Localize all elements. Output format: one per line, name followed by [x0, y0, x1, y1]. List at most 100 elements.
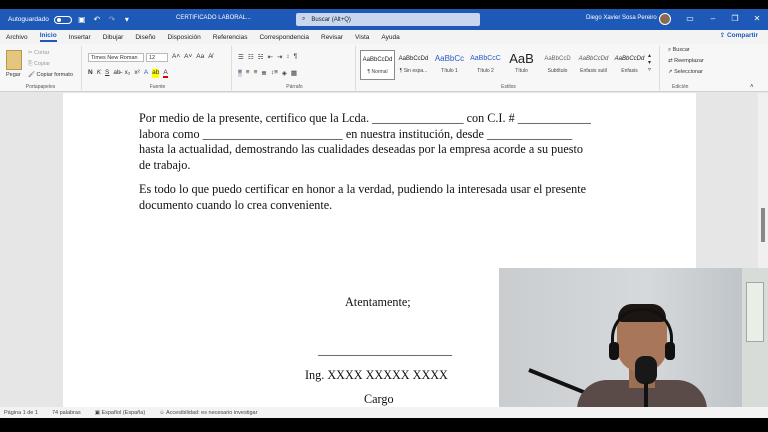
highlight-icon[interactable]: ab [152, 69, 160, 78]
paragraph-line[interactable]: labora como _______________________ en n… [139, 127, 572, 143]
line-spacing-icon[interactable]: ↕≡ [271, 69, 278, 77]
collapse-ribbon-icon[interactable]: ˄ [750, 84, 754, 90]
paragraph-line[interactable]: documento cuando lo crea conveniente. [139, 198, 332, 214]
style-subtle-emphasis[interactable]: AaBbCcDd Énfasis sutil [576, 50, 611, 80]
grow-font-icon[interactable]: A˄ [172, 53, 180, 60]
style-emphasis[interactable]: AaBbCcDd Énfasis [612, 50, 647, 80]
signer-position[interactable]: Cargo [364, 392, 394, 408]
user-name[interactable]: Diego Xavier Sosa Pereiro [586, 15, 657, 21]
sort-icon[interactable]: ↕ [286, 53, 289, 61]
ribbon-display-icon[interactable]: ▭ [683, 14, 697, 23]
scrollbar-thumb[interactable] [761, 208, 765, 242]
minimize-icon[interactable]: – [706, 14, 720, 23]
italic-icon[interactable]: K [97, 69, 101, 78]
decrease-indent-icon[interactable]: ⇤ [267, 53, 272, 61]
align-left-icon[interactable]: ≡ [238, 69, 242, 77]
tab-correspondencia[interactable]: Correspondencia [259, 34, 309, 41]
redo-icon[interactable]: ↷ [107, 15, 117, 24]
close-icon[interactable]: ✕ [750, 14, 764, 23]
underline-icon[interactable]: S [105, 69, 109, 78]
font-label: Fuente [149, 84, 166, 90]
vertical-scrollbar[interactable] [758, 93, 768, 269]
paragraph-line[interactable]: Por medio de la presente, certifico que … [139, 111, 591, 127]
clipboard-label: Portapapeles [25, 84, 56, 90]
font-color-icon[interactable]: A [163, 69, 168, 78]
tab-archivo[interactable]: Archivo [6, 34, 28, 41]
strikethrough-icon[interactable]: ab̶ [113, 69, 120, 78]
find-button[interactable]: ⌕ Buscar [668, 47, 690, 54]
headphones-icon [611, 308, 673, 358]
copy-button[interactable]: ⎘ Copiar [28, 61, 50, 68]
share-icon: ⇪ [719, 32, 727, 39]
tab-disposicion[interactable]: Disposición [168, 34, 201, 41]
customize-qat-icon[interactable]: ▾ [122, 15, 132, 24]
tab-dibujar[interactable]: Dibujar [103, 34, 124, 41]
text-effects-icon[interactable]: A [144, 69, 148, 78]
style-subtitle[interactable]: AaBbCcD Subtítulo [540, 50, 575, 80]
multilevel-icon[interactable]: ☵ [258, 53, 264, 61]
style-title[interactable]: AaB Título [504, 50, 539, 80]
search-box[interactable]: ⌕ Buscar (Alt+Q) [296, 13, 480, 26]
accessibility-icon: ☺ [159, 409, 167, 416]
editing-label: Edición [672, 84, 689, 90]
align-center-icon[interactable]: ≡ [246, 69, 250, 77]
paragraph-line[interactable]: de trabajo. [139, 158, 190, 174]
replace-button[interactable]: ⇄ Reemplazar [668, 58, 704, 64]
undo-icon[interactable]: ↶ [92, 15, 102, 24]
avatar[interactable] [659, 13, 671, 25]
shrink-font-icon[interactable]: A˅ [184, 53, 192, 60]
font-family-select[interactable]: Times New Roman [88, 53, 144, 62]
bold-icon[interactable]: N [88, 69, 93, 78]
webcam-overlay [499, 268, 768, 418]
align-right-icon[interactable]: ≡ [254, 69, 258, 77]
clear-format-icon[interactable]: A̸ [208, 53, 212, 60]
numbering-icon[interactable]: ☷ [248, 53, 254, 61]
page-count[interactable]: Página 1 de 1 [4, 410, 38, 416]
share-button[interactable]: ⇪ Compartir [720, 31, 758, 39]
tab-insertar[interactable]: Insertar [69, 34, 91, 41]
word-count[interactable]: 74 palabras [52, 410, 81, 416]
select-button[interactable]: ➚ Seleccionar [668, 69, 703, 75]
paragraph-label: Párrafo [286, 84, 303, 90]
superscript-icon[interactable]: x² [134, 69, 139, 78]
borders-icon[interactable]: ▦ [291, 69, 297, 77]
tab-diseno[interactable]: Diseño [135, 34, 155, 41]
accessibility-status[interactable]: ☺ Accesibilidad: es necesario investigar [159, 410, 257, 416]
microphone-icon [635, 356, 657, 384]
cut-button[interactable]: ✂ Cortar [28, 50, 49, 56]
autosave-label: Autoguardado [8, 16, 49, 23]
change-case-icon[interactable]: Aa [196, 53, 204, 60]
increase-indent-icon[interactable]: ⇥ [277, 53, 282, 61]
tab-ayuda[interactable]: Ayuda [381, 34, 399, 41]
autosave-toggle[interactable] [53, 15, 72, 24]
tab-referencias[interactable]: Referencias [213, 34, 248, 41]
signer-name[interactable]: Ing. XXXX XXXXX XXXX [305, 368, 448, 384]
justify-icon[interactable]: ≣ [261, 69, 266, 77]
tab-vista[interactable]: Vista [355, 34, 369, 41]
subscript-icon[interactable]: x₂ [125, 69, 131, 78]
tab-inicio[interactable]: Inicio [39, 32, 57, 42]
styles-scroll-icon[interactable]: ▴ ▾ ▿ [648, 52, 651, 73]
paste-icon[interactable] [6, 50, 22, 70]
clipboard-group: Pegar ✂ Cortar ⎘ Copiar 🖌 Copiar formato… [0, 46, 82, 90]
signature-line[interactable]: ______________________ [318, 343, 452, 359]
pilcrow-icon[interactable]: ¶ [294, 53, 298, 61]
style-heading-1[interactable]: AaBbCc Título 1 [432, 50, 467, 80]
font-size-select[interactable]: 12 [146, 53, 168, 62]
format-painter-button[interactable]: 🖌 Copiar formato [28, 72, 73, 78]
language-status[interactable]: ▣ Español (España) [95, 410, 145, 416]
style-heading-2[interactable]: AaBbCcC Título 2 [468, 50, 503, 80]
tab-revisar[interactable]: Revisar [321, 34, 343, 41]
style-no-spacing[interactable]: AaBbCcDd ¶ Sin espa... [396, 50, 431, 80]
bullets-icon[interactable]: ☰ [238, 53, 244, 61]
restore-icon[interactable]: ❐ [728, 14, 742, 23]
document-title[interactable]: CERTIFICADO LABORAL... [176, 15, 251, 21]
shading-icon[interactable]: ◈ [282, 69, 287, 77]
paragraph-line[interactable]: Es todo lo que puedo certificar en honor… [139, 182, 586, 198]
save-icon[interactable]: ▣ [77, 15, 87, 24]
style-normal[interactable]: AaBbCcDd ¶ Normal [360, 50, 395, 80]
paragraph-line[interactable]: hasta la actualidad, demostrando las cua… [139, 142, 583, 158]
paste-button[interactable]: Pegar [6, 72, 21, 78]
bottom-black-strip [0, 418, 768, 432]
closing-text[interactable]: Atentamente; [345, 295, 411, 311]
